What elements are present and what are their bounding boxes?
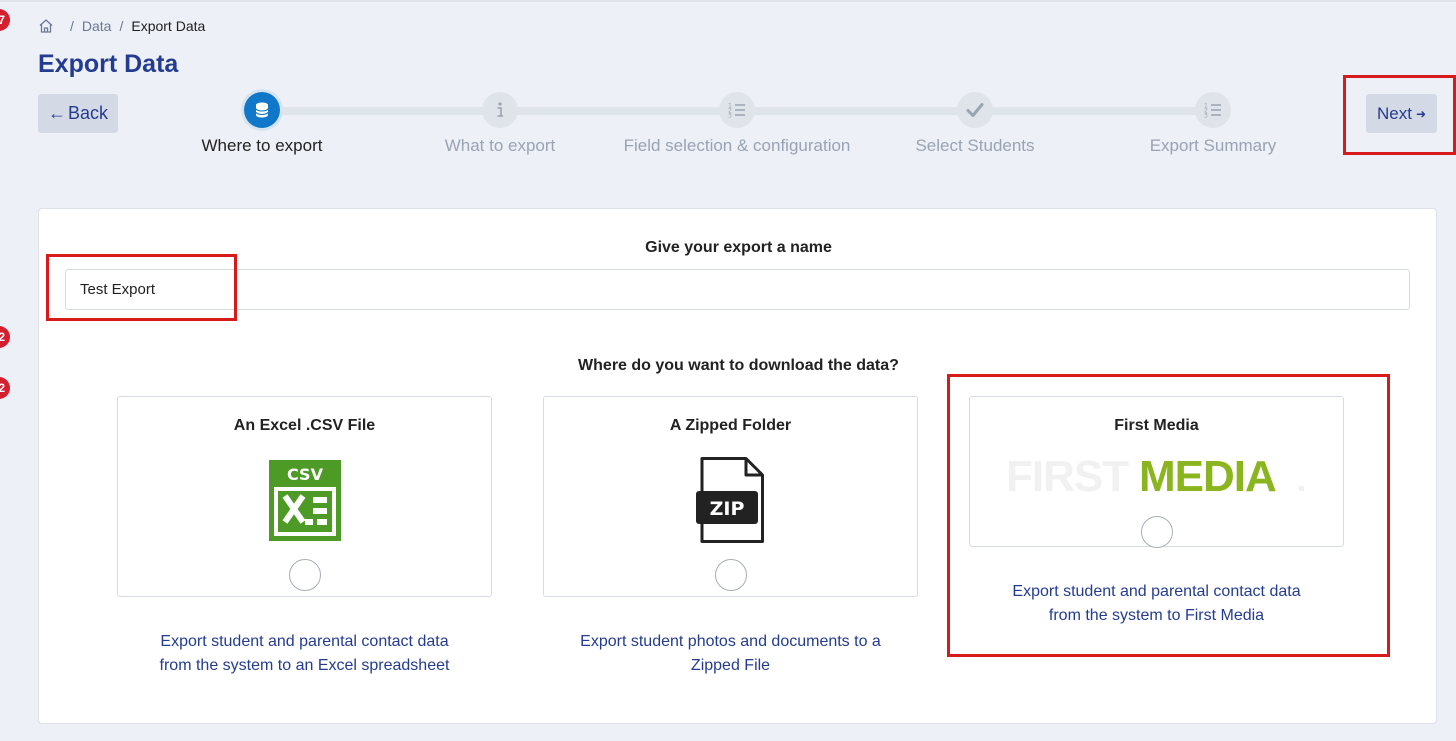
description-line: Export student photos and documents to a [580,633,881,650]
step-export-summary[interactable]: 123 Export Summary [1093,92,1333,156]
option-description-zip: Export student photos and documents to a… [543,630,918,678]
breadcrumb-separator: / [119,18,124,34]
description-line: from the system to an Excel spreadsheet [159,657,450,674]
info-icon [482,92,518,128]
option-radio[interactable] [714,559,747,591]
option-excel-csv[interactable]: An Excel .CSV File CSV [117,396,492,597]
logo-text-media: MEDIA [1139,453,1276,497]
option-radio[interactable] [288,559,321,591]
csv-icon-text: CSV [287,465,324,484]
destination-heading: Where do you want to download the data? [578,357,899,374]
option-title: A Zipped Folder [669,417,792,434]
zip-icon-text: ZIP [710,498,745,520]
export-stepper: Where to export What to export 123 Field… [0,92,1456,162]
option-zipped-folder[interactable]: A Zipped Folder ZIP [543,396,918,597]
zip-file-icon: ZIP [696,457,768,543]
database-icon [244,92,280,128]
option-title: First Media [1114,417,1199,434]
check-icon [957,92,993,128]
option-radio[interactable] [1140,516,1173,548]
breadcrumb-separator: / [70,18,74,34]
description-line: from the system to First Media [1048,607,1265,624]
list-icon: 123 [719,92,755,128]
step-marker-badge: 7 [0,9,10,31]
home-icon[interactable] [38,18,54,34]
step-marker-badge: 2 [0,377,10,399]
option-title: An Excel .CSV File [233,417,376,434]
step-marker-badge: 2 [0,326,10,348]
step-what-to-export[interactable]: What to export [380,92,620,156]
description-line: Export student and parental contact data [1012,583,1301,600]
description-line: Export student and parental contact data [160,633,449,650]
step-label: Select Students [915,136,1035,155]
step-label: What to export [444,136,556,155]
first-media-logo: FIRST MEDIA [1006,452,1308,501]
export-settings-card: Give your export a name Where do you wan… [38,208,1437,724]
top-divider [0,0,1456,2]
step-label: Field selection & configuration [623,136,851,155]
step-label: Export Summary [1149,136,1277,155]
step-where-to-export[interactable]: Where to export [142,92,382,156]
step-select-students[interactable]: Select Students [855,92,1095,156]
description-line: Zipped File [690,657,771,674]
option-first-media[interactable]: First Media FIRST MEDIA [969,396,1344,548]
csv-file-icon: CSV [269,460,341,541]
breadcrumb-current: Export Data [131,18,206,34]
page-title: Export Data [38,50,179,78]
export-name-heading: Give your export a name [645,239,832,256]
step-label: Where to export [201,136,323,155]
export-name-input[interactable] [65,269,1410,310]
step-field-selection[interactable]: 123 Field selection & configuration [617,92,857,156]
breadcrumb-data-link[interactable]: Data [82,18,112,34]
breadcrumb: / Data / Export Data [38,17,205,35]
logo-text-first: FIRST [1006,453,1129,497]
svg-text:3: 3 [1204,113,1208,120]
option-description-first-media: Export student and parental contact data… [969,580,1344,628]
option-description-csv: Export student and parental contact data… [117,630,492,678]
svg-text:3: 3 [728,113,732,120]
list-icon: 123 [1195,92,1231,128]
